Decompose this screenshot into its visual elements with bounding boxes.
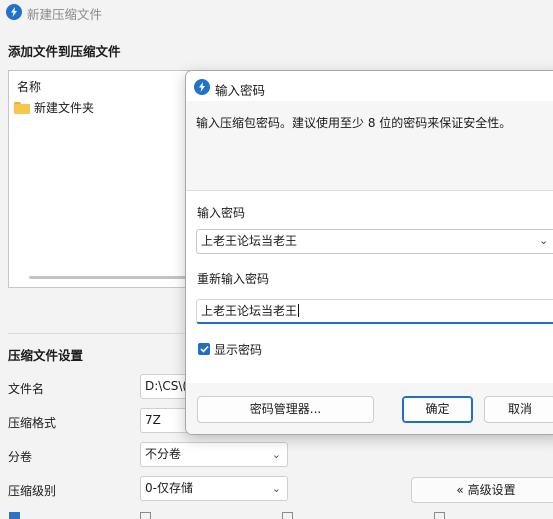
- chevron-down-icon: ⌄: [271, 448, 281, 461]
- dialog-title: 输入密码: [215, 83, 266, 98]
- password-label: 输入密码: [197, 206, 246, 220]
- section-divider: [8, 333, 188, 334]
- chevron-down-icon: ⌄: [271, 482, 281, 495]
- split-select[interactable]: 不分卷 ⌄: [140, 442, 288, 467]
- file-list-panel[interactable]: 名称 新建文件夹: [8, 70, 208, 288]
- format-select[interactable]: 7Z: [140, 408, 190, 433]
- format-label: 压缩格式: [8, 416, 57, 430]
- list-item-label: 新建文件夹: [34, 101, 95, 115]
- text-caret: [298, 304, 300, 317]
- show-password-label[interactable]: 显示密码: [214, 341, 262, 358]
- chevron-down-icon[interactable]: ⌄: [539, 234, 548, 247]
- password-manager-button[interactable]: 密码管理器...: [197, 396, 374, 423]
- password-input[interactable]: 上老王论坛当老王: [196, 229, 553, 254]
- dialog-divider: [186, 190, 553, 191]
- add-files-section-title: 添加文件到压缩文件: [8, 44, 121, 59]
- split-label: 分卷: [8, 450, 33, 464]
- main-window-title: 新建压缩文件: [27, 7, 103, 22]
- level-label: 压缩级别: [8, 484, 57, 498]
- dialog-message: 输入压缩包密码。建议使用至少 8 位的密码来保证安全性。: [196, 116, 512, 130]
- settings-section-title: 压缩文件设置: [8, 348, 84, 363]
- app-logo-icon: [194, 79, 210, 95]
- show-password-checkbox[interactable]: [198, 343, 210, 355]
- filename-label: 文件名: [8, 382, 45, 396]
- reenter-password-label: 重新输入密码: [197, 272, 270, 286]
- main-titlebar: 新建压缩文件: [0, 0, 553, 26]
- list-item[interactable]: 新建文件夹: [14, 99, 94, 116]
- horizontal-scrollbar[interactable]: [29, 276, 199, 279]
- checkmark-icon: [199, 345, 209, 353]
- folder-icon: [14, 101, 30, 114]
- dialog-titlebar[interactable]: 输入密码: [186, 71, 553, 101]
- ok-button[interactable]: 确定: [402, 396, 473, 423]
- advanced-settings-button[interactable]: « 高级设置: [411, 477, 553, 503]
- password-dialog: 输入密码 输入压缩包密码。建议使用至少 8 位的密码来保证安全性。 输入密码 上…: [185, 70, 553, 435]
- dialog-message-area: 输入压缩包密码。建议使用至少 8 位的密码来保证安全性。: [186, 101, 553, 190]
- level-select-value: 0-仅存储: [145, 481, 193, 495]
- column-header-name[interactable]: 名称: [17, 78, 41, 95]
- level-select[interactable]: 0-仅存储 ⌄: [140, 476, 288, 501]
- bottom-options-strip: [0, 510, 553, 518]
- filename-input[interactable]: D:\CS\(: [140, 374, 190, 399]
- cancel-button[interactable]: 取消: [484, 396, 553, 423]
- split-select-value: 不分卷: [145, 447, 182, 461]
- reenter-password-value: 上老王论坛当老王: [201, 304, 298, 318]
- app-logo-icon: [6, 4, 22, 20]
- reenter-password-input[interactable]: 上老王论坛当老王: [196, 299, 553, 324]
